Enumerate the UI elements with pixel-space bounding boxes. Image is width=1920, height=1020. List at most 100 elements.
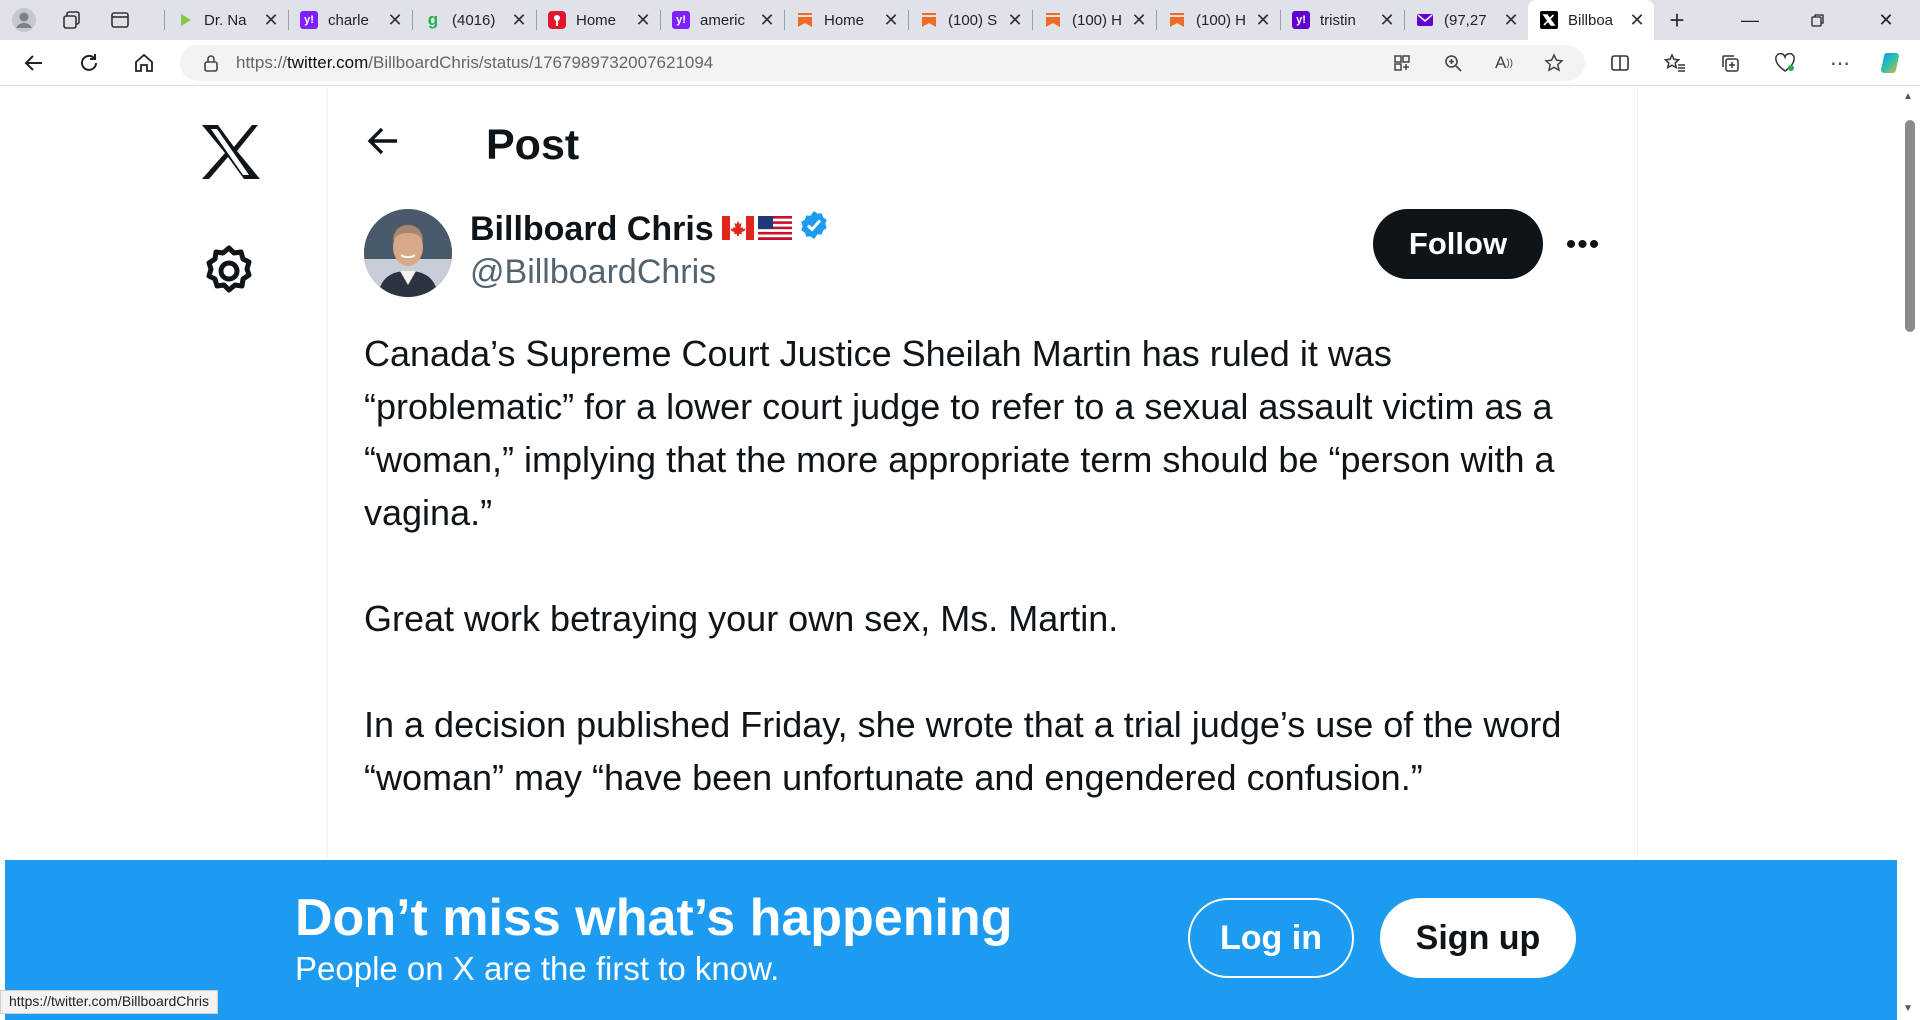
page-scrollbar[interactable]: ▲ ▼	[1897, 87, 1920, 1020]
tab-title: tristin	[1320, 11, 1356, 29]
tab-title: Dr. Na	[204, 11, 247, 29]
tweet-paragraph: Great work betraying your own sex, Ms. M…	[364, 598, 1119, 639]
settings-gear-icon[interactable]	[200, 242, 258, 300]
close-tab-icon[interactable]: ✕	[386, 10, 404, 31]
tab-title: (100) H	[1072, 11, 1123, 29]
browser-tab[interactable]: (100) H ✕	[1156, 0, 1280, 40]
tab-title: americ	[700, 11, 746, 29]
browser-tab[interactable]: (100) H ✕	[1032, 0, 1156, 40]
bookmark-orange-icon	[1168, 11, 1186, 29]
back-icon[interactable]	[14, 44, 54, 82]
back-arrow-icon[interactable]	[356, 113, 412, 169]
rumble-icon	[176, 11, 194, 29]
home-icon[interactable]	[124, 44, 164, 82]
close-tab-icon[interactable]: ✕	[882, 10, 900, 31]
zoom-icon[interactable]	[1436, 46, 1470, 80]
banner-subtitle: People on X are the first to know.	[295, 950, 780, 987]
usa-flag-icon	[757, 210, 792, 249]
tab-title: Home	[824, 11, 865, 29]
browser-tab[interactable]: Dr. Na ✕	[164, 0, 288, 40]
close-tab-icon[interactable]: ✕	[758, 10, 776, 31]
close-tab-icon[interactable]: ✕	[1006, 10, 1024, 31]
tab-list: Dr. Na ✕ y! charle ✕ g (4016) ✕ Home ✕ y! americ ✕ Ho…	[164, 0, 1654, 40]
refresh-icon[interactable]	[69, 44, 109, 82]
bookmark-orange-icon	[920, 11, 938, 29]
close-tab-icon[interactable]: ✕	[1130, 10, 1148, 31]
yahoo-icon: y!	[300, 11, 318, 29]
close-tab-icon[interactable]: ✕	[262, 10, 280, 31]
tab-title: (97,27	[1444, 11, 1487, 29]
tweet-paragraph: Canada’s Supreme Court Justice Sheilah M…	[364, 333, 1555, 533]
browser-tab[interactable]: Home ✕	[784, 0, 908, 40]
browser-tab[interactable]: (100) S ✕	[908, 0, 1032, 40]
scroll-down-icon[interactable]: ▼	[1903, 1003, 1913, 1014]
scrollbar-thumb[interactable]	[1905, 120, 1915, 332]
favorite-star-icon[interactable]	[1537, 46, 1571, 80]
copilot-icon[interactable]	[1875, 46, 1909, 80]
signup-button[interactable]: Sign up	[1380, 898, 1576, 978]
tweet-paragraph: In a decision published Friday, she wrot…	[364, 704, 1562, 798]
mail-icon	[1416, 11, 1434, 29]
author-name-row[interactable]: Billboard Chris	[470, 209, 830, 250]
tab-actions-icon[interactable]	[96, 0, 144, 40]
scroll-up-icon[interactable]: ▲	[1903, 91, 1913, 102]
lock-icon[interactable]	[200, 54, 222, 72]
browser-tab[interactable]: y! americ ✕	[660, 0, 784, 40]
workspaces-icon[interactable]	[48, 0, 96, 40]
browser-toolbar: https://twitter.com/BillboardChris/statu…	[0, 40, 1920, 86]
url-domain: twitter.com	[287, 53, 369, 72]
verified-badge-icon[interactable]	[798, 209, 830, 250]
close-tab-icon[interactable]: ✕	[634, 10, 652, 31]
bookmark-orange-icon	[796, 11, 814, 29]
url-text[interactable]: https://twitter.com/BillboardChris/statu…	[236, 53, 713, 73]
address-bar[interactable]: https://twitter.com/BillboardChris/statu…	[180, 45, 1585, 81]
close-tab-icon[interactable]: ✕	[510, 10, 528, 31]
tab-title: (100) S	[948, 11, 998, 29]
favorites-icon[interactable]	[1658, 46, 1692, 80]
restore-button[interactable]	[1784, 0, 1852, 40]
red-badge-icon	[548, 11, 566, 29]
banner-title: Don’t miss what’s happening	[295, 889, 1013, 947]
author-handle[interactable]: @BillboardChris	[470, 253, 716, 292]
close-tab-icon[interactable]: ✕	[1502, 10, 1520, 31]
browser-tab[interactable]: y! tristin ✕	[1280, 0, 1404, 40]
status-bar-url: https://twitter.com/BillboardChris	[0, 990, 218, 1014]
x-logo-icon[interactable]	[198, 119, 262, 183]
browser-tab[interactable]: g (4016) ✕	[412, 0, 536, 40]
url-path: /BillboardChris/status/17679897320076210…	[368, 53, 714, 72]
avatar[interactable]	[364, 209, 452, 297]
app-available-icon[interactable]	[1385, 46, 1419, 80]
author-name[interactable]: Billboard Chris	[470, 210, 714, 249]
g-green-icon: g	[427, 10, 439, 29]
tab-title: charle	[328, 11, 369, 29]
close-tab-icon[interactable]: ✕	[1378, 10, 1396, 31]
browser-tab-strip: Dr. Na ✕ y! charle ✕ g (4016) ✕ Home ✕ y! americ ✕ Ho…	[0, 0, 1920, 40]
more-options-icon[interactable]: •••	[1560, 222, 1606, 268]
login-button[interactable]: Log in	[1188, 898, 1354, 978]
post-header: Post	[328, 87, 1637, 203]
minimize-button[interactable]: —	[1716, 0, 1784, 40]
more-options-icon[interactable]: ⋯	[1823, 46, 1857, 80]
split-screen-icon[interactable]	[1603, 46, 1637, 80]
new-tab-button[interactable]: +	[1662, 0, 1692, 40]
tab-title: Billboa	[1568, 11, 1614, 29]
x-icon	[1540, 11, 1558, 29]
profile-icon[interactable]	[0, 0, 48, 40]
follow-button[interactable]: Follow	[1373, 209, 1543, 279]
canada-flag-icon	[721, 210, 754, 249]
read-aloud-icon[interactable]: A))	[1487, 46, 1521, 80]
browser-tab[interactable]: Billboa ✕	[1528, 0, 1654, 40]
close-tab-icon[interactable]: ✕	[1628, 10, 1646, 31]
yahoo-icon: y!	[1292, 11, 1310, 29]
tab-title: Home	[576, 11, 617, 29]
close-window-button[interactable]: ✕	[1852, 0, 1920, 40]
tweet-text: Canada’s Supreme Court Justice Sheilah M…	[364, 327, 1604, 804]
browser-tab[interactable]: Home ✕	[536, 0, 660, 40]
page-title: Post	[486, 121, 580, 169]
browser-essentials-icon[interactable]	[1768, 46, 1802, 80]
signup-banner: Don’t miss what’s happening People on X …	[5, 860, 1897, 1020]
browser-tab[interactable]: (97,27 ✕	[1404, 0, 1528, 40]
close-tab-icon[interactable]: ✕	[1254, 10, 1272, 31]
browser-tab[interactable]: y! charle ✕	[288, 0, 412, 40]
collections-icon[interactable]	[1713, 46, 1747, 80]
